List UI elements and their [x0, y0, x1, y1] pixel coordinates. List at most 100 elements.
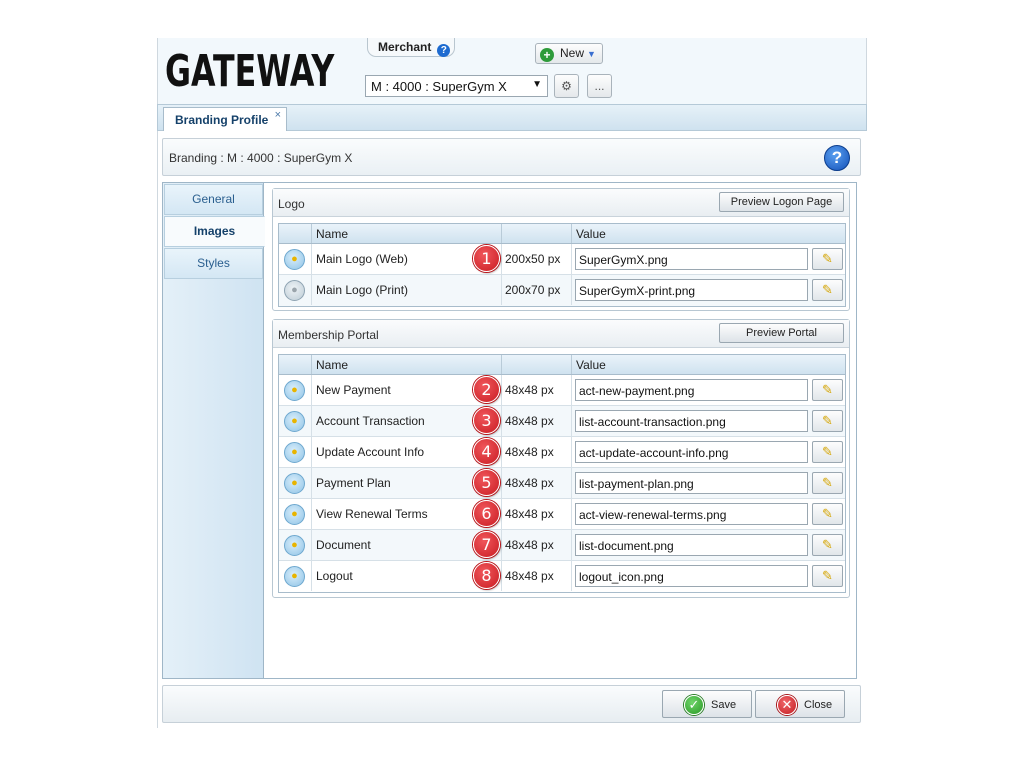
settings-button[interactable]: ⚙ — [554, 74, 579, 98]
help-icon[interactable]: ? — [437, 44, 451, 57]
pencil-icon: ✎ — [822, 506, 833, 521]
save-button-label: Save — [711, 699, 737, 711]
pencil-icon: ✎ — [822, 537, 833, 552]
row-value-cell: list-account-transaction.png ✎ — [571, 406, 847, 436]
callout-marker: 2 — [473, 376, 500, 403]
row-value-cell: SuperGymX.png ✎ — [571, 244, 847, 274]
edit-pencil-button[interactable]: ✎ — [812, 534, 843, 556]
tab-branding-profile[interactable]: Branding Profile × — [163, 107, 287, 131]
row-icon-cell: ● — [279, 530, 311, 560]
image-filename-input[interactable]: list-payment-plan.png — [575, 472, 808, 494]
column-header-name: Name — [311, 355, 501, 374]
save-button[interactable]: ✓ Save — [662, 690, 752, 718]
row-icon-cell: ● — [279, 468, 311, 498]
preview-portal-button[interactable]: Preview Portal — [719, 323, 844, 343]
lightbulb-icon[interactable]: ● — [284, 280, 305, 301]
row-icon-cell: ● — [279, 375, 311, 405]
more-button[interactable]: ... — [587, 74, 612, 98]
image-filename-input[interactable]: SuperGymX.png — [575, 248, 808, 270]
image-filename-input[interactable]: list-account-transaction.png — [575, 410, 808, 432]
edit-pencil-button[interactable]: ✎ — [812, 410, 843, 432]
checkmark-icon: ✓ — [684, 695, 704, 715]
membership-portal-group: Membership Portal Preview Portal Name Va… — [272, 319, 850, 598]
table-row: ● Document 48x48 px list-document.png ✎ 7 — [279, 530, 845, 561]
close-icon[interactable]: × — [275, 109, 281, 121]
help-icon[interactable]: ? — [824, 145, 850, 171]
lightbulb-icon[interactable]: ● — [284, 380, 305, 401]
edit-pencil-button[interactable]: ✎ — [812, 441, 843, 463]
edit-pencil-button[interactable]: ✎ — [812, 503, 843, 525]
image-filename-input[interactable]: SuperGymX-print.png — [575, 279, 808, 301]
merchant-tab[interactable]: Merchant? — [367, 38, 455, 57]
image-filename-input[interactable]: logout_icon.png — [575, 565, 808, 587]
portal-group-header: Membership Portal Preview Portal — [273, 320, 849, 348]
image-filename-input[interactable]: act-update-account-info.png — [575, 441, 808, 463]
table-row: ● Main Logo (Web) 200x50 px SuperGymX.png ✎ 1 — [279, 244, 845, 275]
lightbulb-icon[interactable]: ● — [284, 535, 305, 556]
chevron-down-icon: ▼ — [587, 49, 596, 59]
edit-pencil-button[interactable]: ✎ — [812, 472, 843, 494]
sidebar-item-general[interactable]: General — [164, 184, 263, 215]
gateway-logo: GATEWAY — [165, 46, 335, 97]
pencil-icon: ✎ — [822, 568, 833, 583]
new-button[interactable]: + New ▼ — [535, 43, 603, 64]
close-button[interactable]: ✕ Close — [755, 690, 845, 718]
image-filename-input[interactable]: act-view-renewal-terms.png — [575, 503, 808, 525]
lightbulb-icon[interactable]: ● — [284, 411, 305, 432]
lightbulb-icon[interactable]: ● — [284, 473, 305, 494]
edit-pencil-button[interactable]: ✎ — [812, 379, 843, 401]
edit-pencil-button[interactable]: ✎ — [812, 565, 843, 587]
divider — [157, 131, 158, 728]
edit-pencil-button[interactable]: ✎ — [812, 279, 843, 301]
plus-icon: + — [540, 48, 554, 62]
column-header-size — [501, 355, 571, 374]
table-row: ● Account Transaction 48x48 px list-account… — [279, 406, 845, 437]
row-value-cell: act-new-payment.png ✎ — [571, 375, 847, 405]
row-size: 48x48 px — [501, 406, 571, 436]
portal-group-title: Membership Portal — [278, 328, 379, 342]
table-row: ● Logout 48x48 px logout_icon.png ✎ 8 — [279, 561, 845, 592]
branding-app: GATEWAY Merchant? + New ▼ M : 4000 : Super… — [157, 38, 867, 728]
sidebar-item-styles[interactable]: Styles — [164, 248, 263, 279]
logo-group-title: Logo — [278, 197, 305, 211]
sidebar-item-images[interactable]: Images — [164, 216, 265, 247]
row-size: 48x48 px — [501, 499, 571, 529]
pencil-icon: ✎ — [822, 475, 833, 490]
table-row: ● Main Logo (Print) 200x70 px SuperGymX-pri… — [279, 275, 845, 306]
grid-header: Name Value — [279, 355, 845, 375]
table-row: ● Update Account Info 48x48 px act-update-a… — [279, 437, 845, 468]
edit-pencil-button[interactable]: ✎ — [812, 248, 843, 270]
lightbulb-icon[interactable]: ● — [284, 249, 305, 270]
preview-logon-page-button[interactable]: Preview Logon Page — [719, 192, 844, 212]
column-header-size — [501, 224, 571, 243]
grid-header: Name Value — [279, 224, 845, 244]
row-icon-cell: ● — [279, 275, 311, 305]
row-size: 48x48 px — [501, 561, 571, 591]
pencil-icon: ✎ — [822, 251, 833, 266]
callout-marker: 8 — [473, 562, 500, 589]
row-icon-cell: ● — [279, 499, 311, 529]
callout-marker: 6 — [473, 500, 500, 527]
image-filename-input[interactable]: list-document.png — [575, 534, 808, 556]
lightbulb-icon[interactable]: ● — [284, 566, 305, 587]
callout-marker: 7 — [473, 531, 500, 558]
merchant-tab-label: Merchant — [378, 40, 432, 54]
callout-marker: 1 — [473, 245, 500, 272]
lightbulb-icon[interactable]: ● — [284, 504, 305, 525]
lightbulb-icon[interactable]: ● — [284, 442, 305, 463]
column-header-name: Name — [311, 224, 501, 243]
footer-bar: ✓ Save ✕ Close — [162, 685, 861, 723]
merchant-select[interactable]: M : 4000 : SuperGym X ▼ — [365, 75, 548, 97]
row-size: 200x50 px — [501, 244, 571, 274]
row-size: 48x48 px — [501, 468, 571, 498]
row-icon-cell: ● — [279, 437, 311, 467]
row-value-cell: list-document.png ✎ — [571, 530, 847, 560]
row-value-cell: SuperGymX-print.png ✎ — [571, 275, 847, 305]
close-button-label: Close — [804, 699, 833, 711]
logo-grid: Name Value ● Main Logo (Web) 200x50 px Supe… — [278, 223, 846, 307]
merchant-select-value: M : 4000 : SuperGym X — [371, 79, 507, 94]
breadcrumb-text: Branding : M : 4000 : SuperGym X — [169, 151, 353, 165]
new-button-label: New — [560, 46, 585, 60]
image-filename-input[interactable]: act-new-payment.png — [575, 379, 808, 401]
tab-branding-profile-label: Branding Profile — [175, 113, 269, 127]
